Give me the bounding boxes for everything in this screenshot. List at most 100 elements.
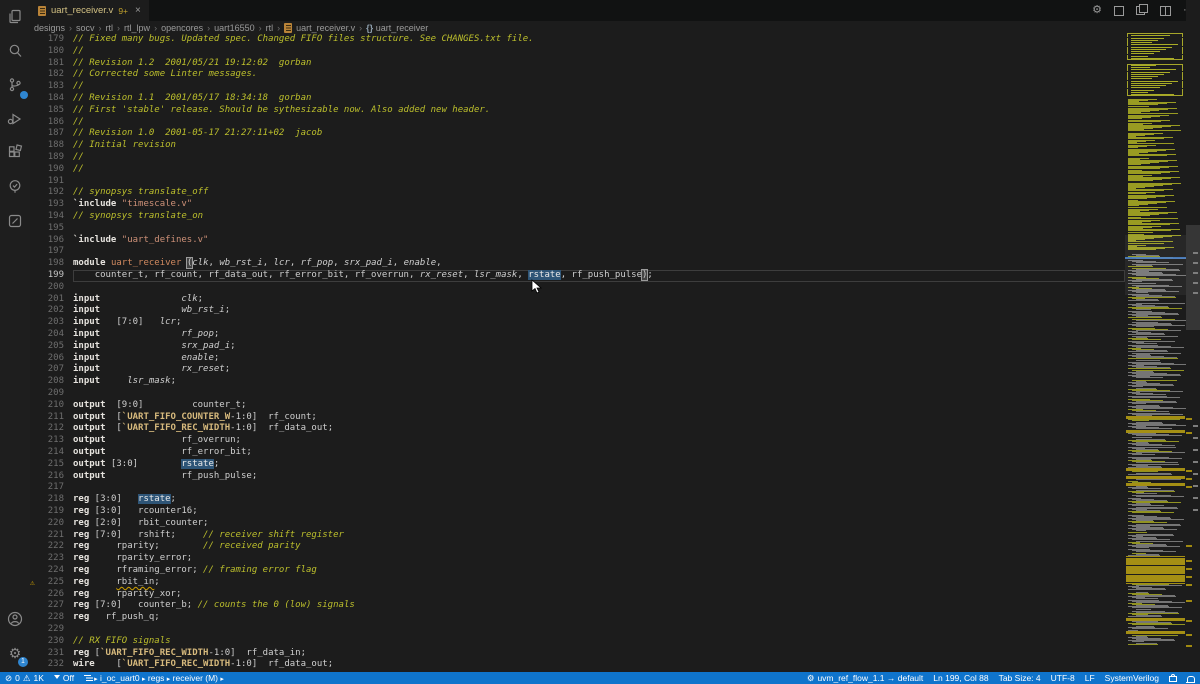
code-line[interactable]: 220reg [2:0] rbit_counter; xyxy=(30,518,1125,530)
explorer-icon[interactable] xyxy=(0,0,30,34)
tour-status[interactable] xyxy=(1164,672,1182,684)
code-line[interactable]: 180// xyxy=(30,46,1125,58)
code-line[interactable]: 200 xyxy=(30,282,1125,294)
breadcrumb-item[interactable]: uart16550 xyxy=(214,23,255,33)
minimap-slider[interactable] xyxy=(1125,235,1186,295)
code-line[interactable]: 211output [`UART_FIFO_COUNTER_W-1:0] rf_… xyxy=(30,412,1125,424)
code-line[interactable]: 227reg [7:0] counter_b; // counts the 0 … xyxy=(30,600,1125,612)
code-line[interactable]: 205input srx_pad_i; xyxy=(30,341,1125,353)
breadcrumb-item[interactable]: rtl_lpw xyxy=(124,23,150,33)
split-editor-icon[interactable] xyxy=(1160,6,1171,16)
code-line[interactable]: 214output rf_error_bit; xyxy=(30,447,1125,459)
account-icon[interactable] xyxy=(0,602,30,636)
code-line[interactable]: 223reg rparity_error; xyxy=(30,553,1125,565)
notebook-icon[interactable] xyxy=(0,204,30,238)
tab-uart-receiver[interactable]: uart_receiver.v 9+ × xyxy=(30,0,149,21)
breadcrumb-item[interactable]: designs xyxy=(34,23,65,33)
code-line[interactable]: 182// Corrected some Linter messages. xyxy=(30,69,1125,81)
env-status[interactable]: ⚙ uvm_ref_flow_1.1 → default xyxy=(802,672,928,684)
code-line[interactable]: 191 xyxy=(30,176,1125,188)
minimap[interactable] xyxy=(1125,33,1186,649)
code-line[interactable]: 193`include "timescale.v" xyxy=(30,199,1125,211)
code-line[interactable]: ⚠225reg rbit_in; xyxy=(30,577,1125,589)
code-line[interactable]: 221reg [7:0] rshift; // receiver shift r… xyxy=(30,530,1125,542)
code-line[interactable]: 218reg [3:0] rstate; xyxy=(30,494,1125,506)
breadcrumb-file[interactable]: uart_receiver.v xyxy=(296,23,355,33)
tab-size-indicator[interactable]: Tab Size: 4 xyxy=(994,672,1046,684)
code-line[interactable]: 197 xyxy=(30,246,1125,258)
code-line[interactable]: 209 xyxy=(30,388,1125,400)
code-line[interactable]: 204input rf_pop; xyxy=(30,329,1125,341)
code-line[interactable]: 199 counter_t, rf_count, rf_data_out, rf… xyxy=(30,270,1125,282)
code-line[interactable]: 196`include "uart_defines.v" xyxy=(30,235,1125,247)
code-line[interactable]: 217 xyxy=(30,482,1125,494)
testing-icon[interactable] xyxy=(0,170,30,204)
code-line[interactable]: 183// xyxy=(30,81,1125,93)
code-line[interactable]: 208input lsr_mask; xyxy=(30,376,1125,388)
manage-gear-icon[interactable]: ⚙ 1 xyxy=(0,636,30,670)
language-indicator[interactable]: SystemVerilog xyxy=(1100,672,1164,684)
code-line[interactable]: 224reg rframing_error; // framing error … xyxy=(30,565,1125,577)
compare-changes-icon[interactable] xyxy=(1136,6,1145,15)
code-line[interactable]: 190// xyxy=(30,164,1125,176)
code-line[interactable]: 231reg [`UART_FIFO_REC_WIDTH-1:0] rf_dat… xyxy=(30,648,1125,660)
notifications-status[interactable] xyxy=(1182,672,1200,684)
code-line[interactable]: 228reg rf_push_q; xyxy=(30,612,1125,624)
breadcrumb-item[interactable]: rtl xyxy=(266,23,274,33)
code-line[interactable]: 194// synopsys translate_on xyxy=(30,211,1125,223)
code-line[interactable]: 213output rf_overrun; xyxy=(30,435,1125,447)
code-line[interactable]: 203input [7:0] lcr; xyxy=(30,317,1125,329)
breadcrumb-item[interactable]: rtl xyxy=(106,23,114,33)
code-line[interactable]: 181// Revision 1.2 2001/05/21 19:12:02 g… xyxy=(30,58,1125,70)
hierarchy-status[interactable]: ▸ i_oc_uart0 ▸ regs ▸ receiver (M) ▸ xyxy=(79,672,229,684)
gear-icon[interactable]: ⚙ xyxy=(1092,5,1102,16)
code-line[interactable]: 188// Initial revision xyxy=(30,140,1125,152)
code-line[interactable]: 185// First 'stable' release. Should be … xyxy=(30,105,1125,117)
code-line[interactable]: 219reg [3:0] rcounter16; xyxy=(30,506,1125,518)
scrollbar-thumb[interactable] xyxy=(1186,225,1200,330)
code-line[interactable]: 215output [3:0] rstate; xyxy=(30,459,1125,471)
code-line[interactable]: 186// xyxy=(30,117,1125,129)
code-line[interactable]: 222reg rparity; // received parity xyxy=(30,541,1125,553)
line-content: wire [`UART_FIFO_REC_WIDTH-1:0] rf_data_… xyxy=(73,659,1125,671)
tab-close-icon[interactable]: × xyxy=(135,5,141,16)
code-line[interactable]: 202input wb_rst_i; xyxy=(30,305,1125,317)
breadcrumb-symbol[interactable]: {} uart_receiver xyxy=(366,23,428,33)
search-icon[interactable] xyxy=(0,34,30,68)
code-line[interactable]: 229 xyxy=(30,624,1125,636)
minimap-line xyxy=(1128,106,1149,107)
linter-status[interactable]: Off xyxy=(49,672,79,684)
source-control-icon[interactable] xyxy=(0,68,30,102)
code-line[interactable]: 201input clk; xyxy=(30,294,1125,306)
code-line[interactable]: 179// Fixed many bugs. Updated spec. Cha… xyxy=(30,34,1125,46)
line-number: 202 xyxy=(30,305,73,317)
code-line[interactable]: 206input enable; xyxy=(30,353,1125,365)
ruler-warning-mark xyxy=(1186,600,1192,602)
code-line[interactable]: 187// Revision 1.0 2001-05-17 21:27:11+0… xyxy=(30,128,1125,140)
extensions-icon[interactable] xyxy=(0,136,30,170)
breadcrumb-item[interactable]: opencores xyxy=(161,23,203,33)
code-line[interactable]: 212output [`UART_FIFO_REC_WIDTH-1:0] rf_… xyxy=(30,423,1125,435)
code-line[interactable]: 230// RX FIFO signals xyxy=(30,636,1125,648)
code-line[interactable]: 195 xyxy=(30,223,1125,235)
eol-indicator[interactable]: LF xyxy=(1080,672,1100,684)
encoding-indicator[interactable]: UTF-8 xyxy=(1046,672,1080,684)
code-line[interactable]: 192// synopsys translate_off xyxy=(30,187,1125,199)
code-line[interactable]: 207input rx_reset; xyxy=(30,364,1125,376)
code-line[interactable]: 216output rf_push_pulse; xyxy=(30,471,1125,483)
line-content: // Revision 1.1 2001/05/17 18:34:18 gorb… xyxy=(73,93,1125,105)
cursor-position[interactable]: Ln 199, Col 88 xyxy=(928,672,993,684)
code-line[interactable]: 226reg rparity_xor; xyxy=(30,589,1125,601)
code-line[interactable]: 189// xyxy=(30,152,1125,164)
code-line[interactable]: 198module uart_receiver (clk, wb_rst_i, … xyxy=(30,258,1125,270)
overview-ruler[interactable] xyxy=(1186,0,1200,672)
breadcrumb-item[interactable]: socv xyxy=(76,23,95,33)
code-line[interactable]: 232wire [`UART_FIFO_REC_WIDTH-1:0] rf_da… xyxy=(30,659,1125,671)
code-editor[interactable]: 179// Fixed many bugs. Updated spec. Cha… xyxy=(30,34,1125,672)
code-line[interactable]: 184// Revision 1.1 2001/05/17 18:34:18 g… xyxy=(30,93,1125,105)
ruler-occurrence-mark xyxy=(1193,509,1198,511)
code-line[interactable]: 210output [9:0] counter_t; xyxy=(30,400,1125,412)
problems-status[interactable]: ⊘ 0 ⚠ 1K xyxy=(0,672,49,684)
layout-icon[interactable] xyxy=(1114,6,1124,16)
run-debug-icon[interactable] xyxy=(0,102,30,136)
